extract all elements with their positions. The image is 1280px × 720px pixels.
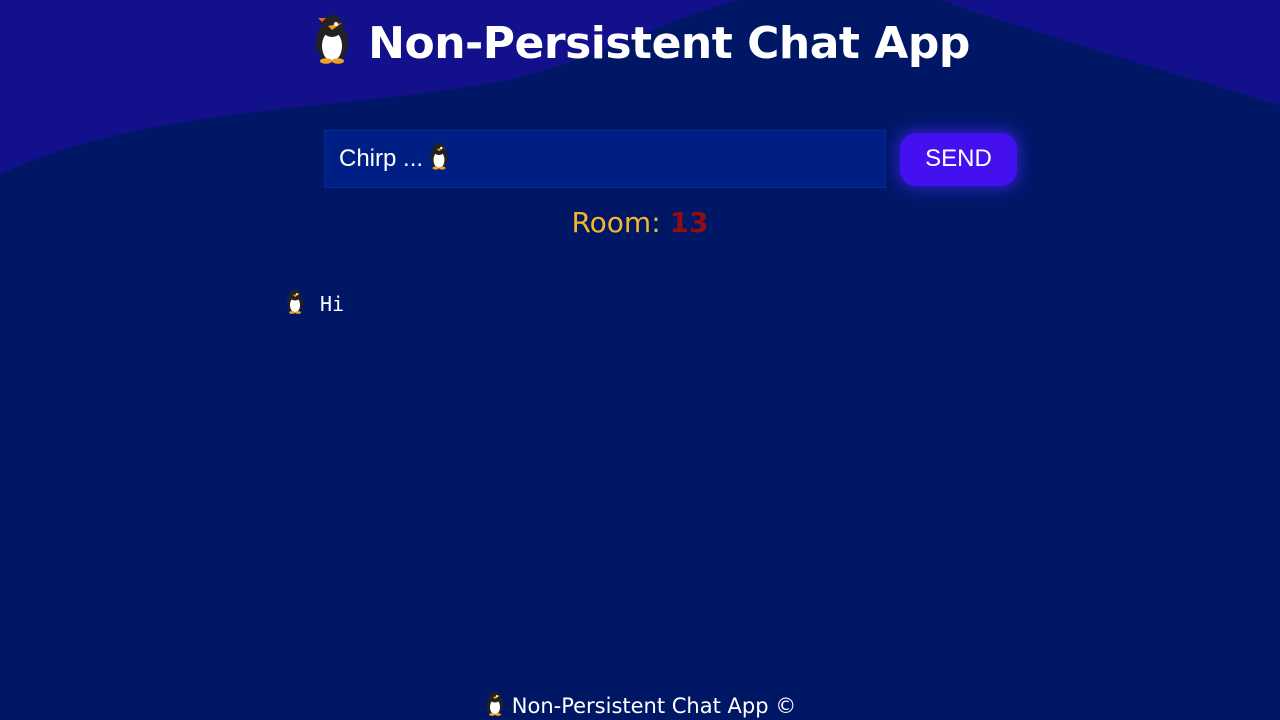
message-form: Chirp ... SEND — [324, 130, 1017, 188]
header: Non-Persistent Chat App — [0, 12, 1280, 75]
message-text: Hi — [320, 291, 345, 316]
room-indicator: Room: 13 — [0, 206, 1280, 239]
room-label: Room: — [571, 206, 661, 239]
list-item: Hi — [284, 288, 344, 319]
room-number: 13 — [669, 206, 709, 239]
chirp-input[interactable]: Chirp ... — [324, 130, 886, 188]
footer: Non-Persistent Chat App © — [0, 690, 1280, 720]
footer-text: Non-Persistent Chat App © — [511, 693, 797, 718]
chirp-input-placeholder: Chirp ... — [339, 145, 424, 172]
penguin-icon — [284, 288, 306, 319]
penguin-icon — [427, 141, 451, 177]
chat-page: Non-Persistent Chat App Chirp ... SEND R… — [0, 0, 1280, 720]
app-title-text: Non-Persistent Chat App — [368, 18, 970, 69]
page-title: Non-Persistent Chat App — [310, 12, 970, 75]
message-list: Hi — [284, 288, 344, 319]
penguin-icon — [310, 12, 354, 75]
send-button[interactable]: SEND — [900, 132, 1017, 186]
penguin-icon — [484, 690, 506, 720]
